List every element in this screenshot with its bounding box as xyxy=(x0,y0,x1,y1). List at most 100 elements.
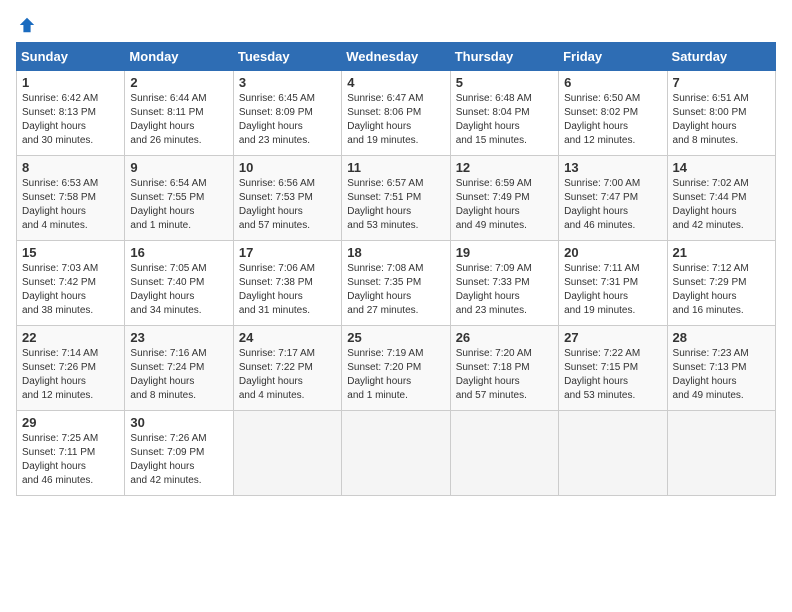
day-info: Sunrise: 6:45 AM Sunset: 8:09 PM Dayligh… xyxy=(239,92,336,148)
day-number: 22 xyxy=(22,330,119,345)
day-info: Sunrise: 6:59 AM Sunset: 7:49 PM Dayligh… xyxy=(456,177,553,233)
day-number: 14 xyxy=(673,160,770,175)
day-info: Sunrise: 6:48 AM Sunset: 8:04 PM Dayligh… xyxy=(456,92,553,148)
column-header-thursday: Thursday xyxy=(450,43,558,71)
day-info: Sunrise: 7:11 AM Sunset: 7:31 PM Dayligh… xyxy=(564,262,661,318)
calendar-cell: 5 Sunrise: 6:48 AM Sunset: 8:04 PM Dayli… xyxy=(450,71,558,156)
column-header-friday: Friday xyxy=(559,43,667,71)
calendar-cell: 16 Sunrise: 7:05 AM Sunset: 7:40 PM Dayl… xyxy=(125,241,233,326)
calendar-cell: 25 Sunrise: 7:19 AM Sunset: 7:20 PM Dayl… xyxy=(342,326,450,411)
calendar-cell: 19 Sunrise: 7:09 AM Sunset: 7:33 PM Dayl… xyxy=(450,241,558,326)
calendar-week-row: 8 Sunrise: 6:53 AM Sunset: 7:58 PM Dayli… xyxy=(17,156,776,241)
calendar-cell: 22 Sunrise: 7:14 AM Sunset: 7:26 PM Dayl… xyxy=(17,326,125,411)
calendar-cell: 26 Sunrise: 7:20 AM Sunset: 7:18 PM Dayl… xyxy=(450,326,558,411)
day-info: Sunrise: 7:08 AM Sunset: 7:35 PM Dayligh… xyxy=(347,262,444,318)
day-info: Sunrise: 7:06 AM Sunset: 7:38 PM Dayligh… xyxy=(239,262,336,318)
calendar-cell xyxy=(559,411,667,496)
calendar-cell: 7 Sunrise: 6:51 AM Sunset: 8:00 PM Dayli… xyxy=(667,71,775,156)
day-info: Sunrise: 7:12 AM Sunset: 7:29 PM Dayligh… xyxy=(673,262,770,318)
day-number: 16 xyxy=(130,245,227,260)
day-info: Sunrise: 7:26 AM Sunset: 7:09 PM Dayligh… xyxy=(130,432,227,488)
day-number: 11 xyxy=(347,160,444,175)
day-info: Sunrise: 7:16 AM Sunset: 7:24 PM Dayligh… xyxy=(130,347,227,403)
calendar-cell: 14 Sunrise: 7:02 AM Sunset: 7:44 PM Dayl… xyxy=(667,156,775,241)
day-info: Sunrise: 7:19 AM Sunset: 7:20 PM Dayligh… xyxy=(347,347,444,403)
day-info: Sunrise: 7:22 AM Sunset: 7:15 PM Dayligh… xyxy=(564,347,661,403)
day-number: 4 xyxy=(347,75,444,90)
day-info: Sunrise: 7:20 AM Sunset: 7:18 PM Dayligh… xyxy=(456,347,553,403)
calendar-table: SundayMondayTuesdayWednesdayThursdayFrid… xyxy=(16,42,776,496)
calendar-cell: 27 Sunrise: 7:22 AM Sunset: 7:15 PM Dayl… xyxy=(559,326,667,411)
day-number: 6 xyxy=(564,75,661,90)
calendar-cell: 11 Sunrise: 6:57 AM Sunset: 7:51 PM Dayl… xyxy=(342,156,450,241)
day-number: 3 xyxy=(239,75,336,90)
calendar-cell xyxy=(450,411,558,496)
day-number: 10 xyxy=(239,160,336,175)
day-number: 24 xyxy=(239,330,336,345)
day-number: 2 xyxy=(130,75,227,90)
day-info: Sunrise: 7:09 AM Sunset: 7:33 PM Dayligh… xyxy=(456,262,553,318)
calendar-cell: 4 Sunrise: 6:47 AM Sunset: 8:06 PM Dayli… xyxy=(342,71,450,156)
calendar-cell: 28 Sunrise: 7:23 AM Sunset: 7:13 PM Dayl… xyxy=(667,326,775,411)
calendar-cell: 29 Sunrise: 7:25 AM Sunset: 7:11 PM Dayl… xyxy=(17,411,125,496)
day-number: 19 xyxy=(456,245,553,260)
logo-icon xyxy=(18,16,36,34)
calendar-week-row: 1 Sunrise: 6:42 AM Sunset: 8:13 PM Dayli… xyxy=(17,71,776,156)
day-number: 1 xyxy=(22,75,119,90)
day-info: Sunrise: 6:44 AM Sunset: 8:11 PM Dayligh… xyxy=(130,92,227,148)
calendar-week-row: 15 Sunrise: 7:03 AM Sunset: 7:42 PM Dayl… xyxy=(17,241,776,326)
column-header-sunday: Sunday xyxy=(17,43,125,71)
column-header-wednesday: Wednesday xyxy=(342,43,450,71)
day-info: Sunrise: 6:53 AM Sunset: 7:58 PM Dayligh… xyxy=(22,177,119,233)
calendar-cell: 20 Sunrise: 7:11 AM Sunset: 7:31 PM Dayl… xyxy=(559,241,667,326)
calendar-week-row: 22 Sunrise: 7:14 AM Sunset: 7:26 PM Dayl… xyxy=(17,326,776,411)
day-number: 25 xyxy=(347,330,444,345)
day-number: 17 xyxy=(239,245,336,260)
day-info: Sunrise: 7:17 AM Sunset: 7:22 PM Dayligh… xyxy=(239,347,336,403)
calendar-week-row: 29 Sunrise: 7:25 AM Sunset: 7:11 PM Dayl… xyxy=(17,411,776,496)
calendar-cell xyxy=(667,411,775,496)
day-number: 5 xyxy=(456,75,553,90)
day-number: 28 xyxy=(673,330,770,345)
calendar-cell: 2 Sunrise: 6:44 AM Sunset: 8:11 PM Dayli… xyxy=(125,71,233,156)
calendar-header-row: SundayMondayTuesdayWednesdayThursdayFrid… xyxy=(17,43,776,71)
day-number: 30 xyxy=(130,415,227,430)
day-number: 27 xyxy=(564,330,661,345)
calendar-cell: 9 Sunrise: 6:54 AM Sunset: 7:55 PM Dayli… xyxy=(125,156,233,241)
calendar-cell: 6 Sunrise: 6:50 AM Sunset: 8:02 PM Dayli… xyxy=(559,71,667,156)
day-number: 26 xyxy=(456,330,553,345)
calendar-cell: 15 Sunrise: 7:03 AM Sunset: 7:42 PM Dayl… xyxy=(17,241,125,326)
calendar-cell xyxy=(233,411,341,496)
day-info: Sunrise: 7:02 AM Sunset: 7:44 PM Dayligh… xyxy=(673,177,770,233)
calendar-cell: 13 Sunrise: 7:00 AM Sunset: 7:47 PM Dayl… xyxy=(559,156,667,241)
day-info: Sunrise: 7:14 AM Sunset: 7:26 PM Dayligh… xyxy=(22,347,119,403)
day-info: Sunrise: 6:50 AM Sunset: 8:02 PM Dayligh… xyxy=(564,92,661,148)
day-info: Sunrise: 6:54 AM Sunset: 7:55 PM Dayligh… xyxy=(130,177,227,233)
day-info: Sunrise: 7:05 AM Sunset: 7:40 PM Dayligh… xyxy=(130,262,227,318)
day-number: 15 xyxy=(22,245,119,260)
calendar-cell: 24 Sunrise: 7:17 AM Sunset: 7:22 PM Dayl… xyxy=(233,326,341,411)
day-info: Sunrise: 6:42 AM Sunset: 8:13 PM Dayligh… xyxy=(22,92,119,148)
calendar-cell: 3 Sunrise: 6:45 AM Sunset: 8:09 PM Dayli… xyxy=(233,71,341,156)
day-number: 8 xyxy=(22,160,119,175)
day-info: Sunrise: 7:00 AM Sunset: 7:47 PM Dayligh… xyxy=(564,177,661,233)
day-number: 21 xyxy=(673,245,770,260)
page-header xyxy=(16,16,776,30)
day-info: Sunrise: 7:03 AM Sunset: 7:42 PM Dayligh… xyxy=(22,262,119,318)
day-info: Sunrise: 6:47 AM Sunset: 8:06 PM Dayligh… xyxy=(347,92,444,148)
day-info: Sunrise: 6:57 AM Sunset: 7:51 PM Dayligh… xyxy=(347,177,444,233)
day-info: Sunrise: 6:51 AM Sunset: 8:00 PM Dayligh… xyxy=(673,92,770,148)
column-header-saturday: Saturday xyxy=(667,43,775,71)
calendar-cell: 17 Sunrise: 7:06 AM Sunset: 7:38 PM Dayl… xyxy=(233,241,341,326)
day-number: 9 xyxy=(130,160,227,175)
day-number: 29 xyxy=(22,415,119,430)
calendar-cell: 10 Sunrise: 6:56 AM Sunset: 7:53 PM Dayl… xyxy=(233,156,341,241)
calendar-cell: 1 Sunrise: 6:42 AM Sunset: 8:13 PM Dayli… xyxy=(17,71,125,156)
day-number: 18 xyxy=(347,245,444,260)
calendar-cell: 18 Sunrise: 7:08 AM Sunset: 7:35 PM Dayl… xyxy=(342,241,450,326)
day-number: 12 xyxy=(456,160,553,175)
day-info: Sunrise: 7:23 AM Sunset: 7:13 PM Dayligh… xyxy=(673,347,770,403)
calendar-cell: 21 Sunrise: 7:12 AM Sunset: 7:29 PM Dayl… xyxy=(667,241,775,326)
column-header-monday: Monday xyxy=(125,43,233,71)
day-number: 7 xyxy=(673,75,770,90)
